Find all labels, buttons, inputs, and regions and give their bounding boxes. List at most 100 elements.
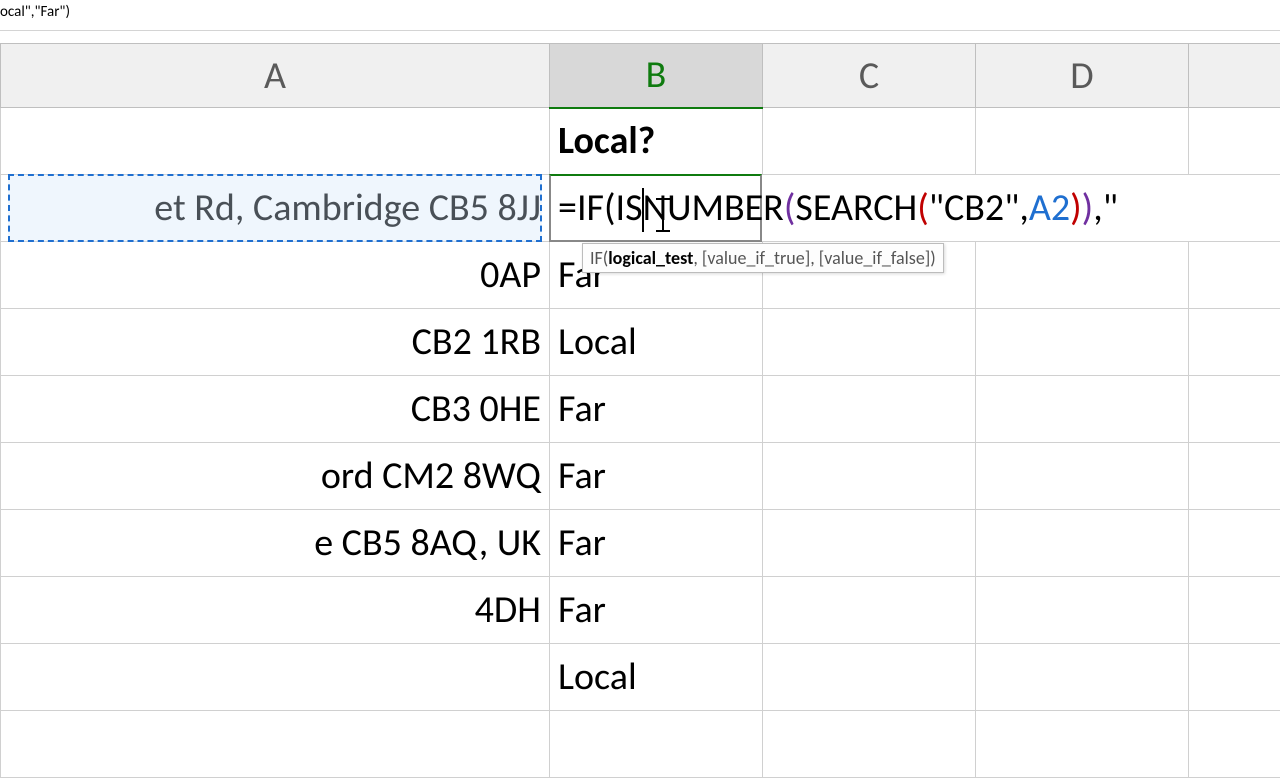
- formula-ref-A2: A2: [1029, 185, 1070, 231]
- cell-D6[interactable]: [976, 443, 1189, 510]
- cell-C5[interactable]: [763, 376, 976, 443]
- formula-trailing-quote: ": [1103, 185, 1118, 231]
- cell-C6[interactable]: [763, 443, 976, 510]
- cell-C1[interactable]: [763, 108, 976, 175]
- cell-B10[interactable]: [550, 711, 763, 778]
- cell-E9[interactable]: [1189, 644, 1280, 711]
- cell-A10[interactable]: [1, 711, 550, 778]
- cell-B5[interactable]: Far: [550, 376, 763, 443]
- function-argument-tooltip[interactable]: IF(logical_test, [value_if_true], [value…: [582, 243, 944, 273]
- cell-E3[interactable]: [1189, 242, 1280, 309]
- cell-A3-text: 0AP: [480, 252, 541, 298]
- cell-D1[interactable]: [976, 108, 1189, 175]
- cell-D9[interactable]: [976, 644, 1189, 711]
- row-5: CB3 0HE Far: [1, 376, 1280, 443]
- cell-A2-text: et Rd, Cambridge CB5 8JJ: [154, 185, 541, 231]
- row-4: CB2 1RB Local: [1, 309, 1280, 376]
- cell-E5[interactable]: [1189, 376, 1280, 443]
- cell-E10[interactable]: [1189, 711, 1280, 778]
- cell-E4[interactable]: [1189, 309, 1280, 376]
- cell-C9[interactable]: [763, 644, 976, 711]
- cell-A1[interactable]: [1, 108, 550, 175]
- cell-A5[interactable]: CB3 0HE: [1, 376, 550, 443]
- formula-open-paren-1: (: [604, 185, 616, 231]
- cell-B8-text: Far: [558, 587, 606, 633]
- cell-D10[interactable]: [976, 711, 1189, 778]
- formula-search: SEARCH: [795, 185, 917, 231]
- formula-isnumber-post: NUMBER: [643, 185, 784, 231]
- cell-D8[interactable]: [976, 577, 1189, 644]
- formula-comma-2: ,: [1093, 185, 1102, 231]
- tooltip-fn-name: IF(: [590, 247, 608, 269]
- cell-B1-text: Local?: [558, 118, 655, 164]
- cell-A7-text: e CB5 8AQ, UK: [314, 520, 541, 566]
- text-caret: [642, 188, 644, 232]
- cell-E7[interactable]: [1189, 510, 1280, 577]
- formula-bar-text: ocal","Far"): [0, 3, 70, 21]
- cell-A4[interactable]: CB2 1RB: [1, 309, 550, 376]
- cell-B5-text: Far: [558, 386, 606, 432]
- cell-B7-text: Far: [558, 520, 606, 566]
- cell-A5-text: CB3 0HE: [411, 386, 541, 432]
- col-header-C-label: C: [859, 53, 879, 99]
- cell-B2[interactable]: =IF(ISNUMBER(SEARCH("CB2",A2)),": [550, 175, 1280, 242]
- formula-comma-1: ,: [1019, 185, 1028, 231]
- cell-B9-text: Local: [558, 654, 637, 700]
- formula-close-paren-3: ): [1070, 185, 1082, 231]
- cell-C10[interactable]: [763, 711, 976, 778]
- cell-A7[interactable]: e CB5 8AQ, UK: [1, 510, 550, 577]
- formula-isnumber-pre: IS: [616, 185, 643, 231]
- cell-B2-formula-editor[interactable]: =IF(ISNUMBER(SEARCH("CB2",A2)),": [550, 175, 1118, 241]
- row-10: [1, 711, 1280, 778]
- formula-open-paren-3: (: [917, 185, 929, 231]
- column-header-row: A B C D: [1, 44, 1280, 108]
- cell-A8-text: 4DH: [475, 587, 541, 633]
- col-header-D-label: D: [1070, 53, 1093, 99]
- tooltip-rest-args: , [value_if_true], [value_if_false]): [693, 247, 935, 269]
- row-9: Local: [1, 644, 1280, 711]
- formula-str-cb2: "CB2": [929, 185, 1020, 231]
- tooltip-current-arg: logical_test: [608, 247, 693, 269]
- cell-D4[interactable]: [976, 309, 1189, 376]
- cell-B8[interactable]: Far: [550, 577, 763, 644]
- cell-E8[interactable]: [1189, 577, 1280, 644]
- cell-B4[interactable]: Local: [550, 309, 763, 376]
- cell-B7[interactable]: Far: [550, 510, 763, 577]
- cell-C8[interactable]: [763, 577, 976, 644]
- cell-A6[interactable]: ord CM2 8WQ: [1, 443, 550, 510]
- col-header-C[interactable]: C: [763, 44, 976, 108]
- cell-A3[interactable]: 0AP: [1, 242, 550, 309]
- formula-if: IF: [577, 185, 604, 231]
- cell-A4-text: CB2 1RB: [412, 319, 541, 365]
- cell-B6-text: Far: [558, 453, 606, 499]
- row-7: e CB5 8AQ, UK Far: [1, 510, 1280, 577]
- cell-C7[interactable]: [763, 510, 976, 577]
- cell-E6[interactable]: [1189, 443, 1280, 510]
- col-header-A[interactable]: A: [1, 44, 550, 108]
- col-header-B-label: B: [646, 52, 667, 98]
- formula-open-paren-2: (: [784, 185, 796, 231]
- row-1: Local?: [1, 108, 1280, 175]
- cell-D7[interactable]: [976, 510, 1189, 577]
- col-header-E[interactable]: [1189, 44, 1280, 108]
- cell-A2[interactable]: et Rd, Cambridge CB5 8JJ: [1, 175, 550, 242]
- cell-A8[interactable]: 4DH: [1, 577, 550, 644]
- cell-B9[interactable]: Local: [550, 644, 763, 711]
- cell-D5[interactable]: [976, 376, 1189, 443]
- cell-D3[interactable]: [976, 242, 1189, 309]
- formula-bar[interactable]: ocal","Far"): [0, 0, 1280, 31]
- cell-C4[interactable]: [763, 309, 976, 376]
- cell-E1[interactable]: [1189, 108, 1280, 175]
- spreadsheet-grid[interactable]: A B C D Local? et Rd, Cambridge CB5 8JJ: [0, 43, 1280, 720]
- col-header-A-label: A: [264, 53, 286, 99]
- cell-B6[interactable]: Far: [550, 443, 763, 510]
- cell-B1[interactable]: Local?: [550, 108, 763, 175]
- col-header-B[interactable]: B: [550, 44, 763, 108]
- row-6: ord CM2 8WQ Far: [1, 443, 1280, 510]
- col-header-D[interactable]: D: [976, 44, 1189, 108]
- formula-close-paren-2: ): [1082, 185, 1094, 231]
- cell-A9[interactable]: [1, 644, 550, 711]
- cell-B4-text: Local: [558, 319, 637, 365]
- row-8: 4DH Far: [1, 577, 1280, 644]
- formula-eq: =: [558, 185, 577, 231]
